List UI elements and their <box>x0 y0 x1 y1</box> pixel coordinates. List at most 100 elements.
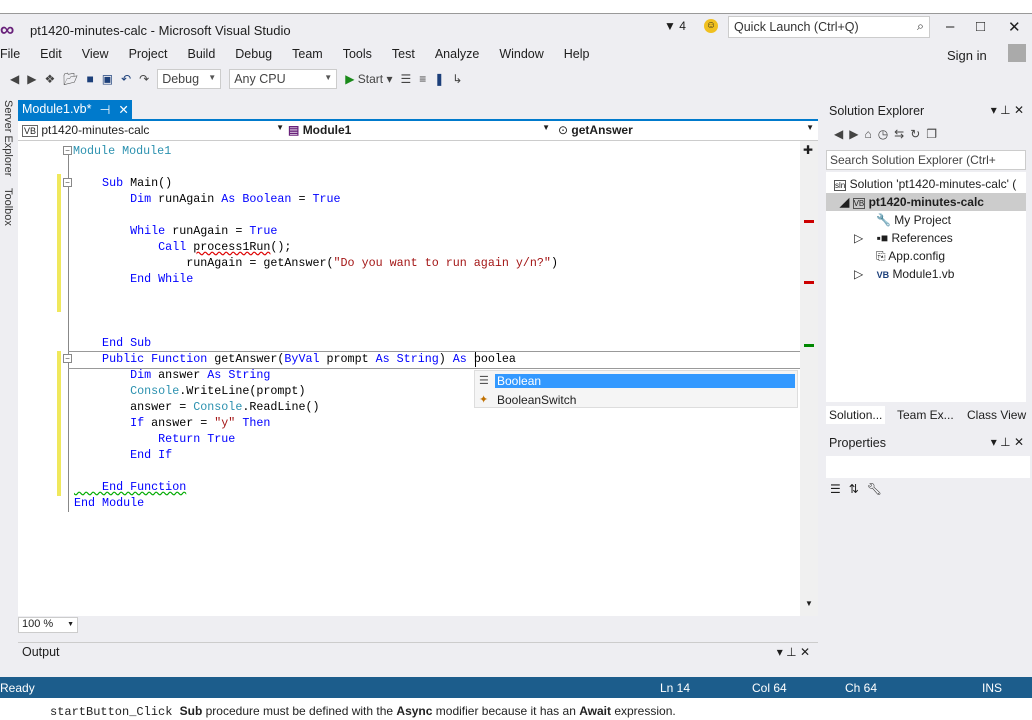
open-file-icon[interactable]: 📂︎ <box>63 72 78 86</box>
save-all-icon[interactable]: ▣ <box>102 72 113 86</box>
item-label: BooleanSwitch <box>497 393 577 407</box>
quick-launch-input[interactable]: Quick Launch (Ctrl+Q) ⌕ <box>728 16 930 38</box>
tab-team-explorer[interactable]: Team Ex... <box>894 406 957 424</box>
menu-build[interactable]: Build <box>187 46 215 66</box>
minimize-button[interactable]: – <box>946 18 954 35</box>
menu-debug[interactable]: Debug <box>235 46 272 66</box>
module-icon: ▤ <box>288 123 300 137</box>
redo-icon[interactable]: ↷ <box>139 72 149 86</box>
undo-icon[interactable]: ↶ <box>121 72 131 86</box>
menu-bar: File Edit View Project Build Debug Team … <box>0 46 590 66</box>
project-dropdown[interactable]: VB pt1420-minutes-calc ▼ <box>22 123 284 137</box>
tree-item-solution[interactable]: sln Solution 'pt1420-minutes-calc' ( <box>834 175 1016 193</box>
tree-item-references[interactable]: ▷ ▪■ References <box>854 229 953 247</box>
code-text[interactable]: Module Module1 Sub Main() Dim runAgain A… <box>73 143 558 511</box>
next-bookmark-icon[interactable]: ↳ <box>452 72 462 86</box>
feedback-smiley-icon[interactable]: ☺ <box>704 19 718 33</box>
panel-controls[interactable]: ▾ ⊥ ✕ <box>991 103 1024 117</box>
code-token: Return True <box>74 432 236 446</box>
code-token: (); <box>270 240 292 254</box>
back-icon[interactable]: ◀ <box>10 72 19 86</box>
find-in-files-icon[interactable]: ☰ <box>400 72 411 86</box>
code-line: Call process1Run(); <box>74 239 558 255</box>
new-project-icon[interactable]: ❖ <box>44 72 55 86</box>
tab-solution-explorer[interactable]: Solution... <box>826 406 886 424</box>
bookmark-icon[interactable]: ❚ <box>434 72 444 86</box>
menu-file[interactable]: File <box>0 46 20 66</box>
config-file-icon: ⎘ <box>876 249 886 263</box>
save-icon[interactable]: ■ <box>86 72 93 86</box>
code-token: Console <box>74 384 180 398</box>
output-panel-controls[interactable]: ▾ ⊥ ✕ <box>777 645 810 659</box>
intellisense-item[interactable]: ✦ BooleanSwitch <box>475 391 797 409</box>
properties-toolbar[interactable]: ☰⇅🔧︎ <box>830 482 890 496</box>
toolbox-tab[interactable]: Toolbox <box>2 188 14 226</box>
code-token: As <box>452 352 474 366</box>
menu-help[interactable]: Help <box>564 46 590 66</box>
member-dropdown[interactable]: ⊙ getAnswer ▼ <box>558 123 814 137</box>
forward-icon[interactable]: ▶ <box>27 72 36 86</box>
tab-class-view[interactable]: Class View <box>964 406 1029 424</box>
vertical-scrollbar[interactable]: ✚ ▼ <box>800 141 818 617</box>
item-label: App.config <box>888 249 945 263</box>
code-token: String <box>228 368 271 382</box>
type-dropdown[interactable]: ▤ Module1 ▼ <box>288 123 550 137</box>
window-title: pt1420-minutes-calc - Microsoft Visual S… <box>30 23 291 38</box>
menu-view[interactable]: View <box>82 46 109 66</box>
code-line: Module Module1 <box>73 143 558 159</box>
caption-bold: Await <box>579 704 611 718</box>
code-token: getAnswer( <box>214 352 285 366</box>
scroll-down-icon[interactable]: ▼ <box>805 599 813 608</box>
code-token: .ReadLine() <box>242 400 320 414</box>
config-value: Debug <box>162 72 200 86</box>
sign-in-link[interactable]: Sign in <box>947 48 987 63</box>
split-icon[interactable]: ✚ <box>803 143 813 157</box>
notifications-button[interactable]: ▼ 4 <box>664 19 686 33</box>
solution-platform-select[interactable]: Any CPU ▼ <box>229 69 338 89</box>
code-line: End While <box>74 271 558 287</box>
user-avatar-icon[interactable] <box>1008 44 1026 62</box>
menu-analyze[interactable]: Analyze <box>435 46 479 66</box>
panel-controls[interactable]: ▾ ⊥ ✕ <box>991 435 1024 449</box>
maximize-button[interactable]: □ <box>976 18 985 35</box>
close-window-button[interactable]: ✕ <box>1008 18 1021 36</box>
collapse-icon[interactable]: − <box>63 178 72 187</box>
caption-code: startButton_Click <box>50 705 180 719</box>
menu-team[interactable]: Team <box>292 46 323 66</box>
tree-item-module1[interactable]: ▷ VB Module1.vb <box>854 265 954 283</box>
object-select[interactable] <box>826 456 1030 478</box>
menu-tools[interactable]: Tools <box>343 46 372 66</box>
chevron-down-icon: ▼ <box>208 73 217 82</box>
menu-window[interactable]: Window <box>499 46 543 66</box>
close-tab-icon[interactable]: ✕ <box>118 102 128 118</box>
tree-item-project[interactable]: ◢ VB pt1420-minutes-calc <box>826 193 1026 211</box>
menu-edit[interactable]: Edit <box>40 46 62 66</box>
solution-explorer-toolbar[interactable]: ◀▶⌂◷⇆↻❐ <box>834 127 943 141</box>
tree-item-app-config[interactable]: ⎘ App.config <box>876 247 945 265</box>
search-placeholder: Search Solution Explorer (Ctrl+ <box>830 153 996 167</box>
menu-project[interactable]: Project <box>129 46 168 66</box>
solution-explorer-search[interactable]: Search Solution Explorer (Ctrl+ <box>826 150 1026 170</box>
zoom-select[interactable]: 100 % ▼ <box>18 617 78 633</box>
start-button[interactable]: ▶ Start ▾ <box>345 72 392 86</box>
code-token: True <box>312 192 341 206</box>
collapse-icon[interactable]: − <box>63 146 72 155</box>
properties-title: Properties <box>829 436 886 450</box>
intellisense-item[interactable]: ☰ Boolean <box>475 372 797 390</box>
menu-test[interactable]: Test <box>392 46 415 66</box>
start-label: Start <box>357 72 384 86</box>
vs-logo-icon: ∞ <box>0 19 15 41</box>
tree-item-my-project[interactable]: 🔧 My Project <box>876 211 951 229</box>
tab-module1-vb[interactable]: Module1.vb* ⊣ ✕ <box>18 100 132 120</box>
code-token: ) <box>438 352 453 366</box>
solution-configuration-select[interactable]: Debug ▼ <box>157 69 222 89</box>
pin-icon[interactable]: ⊣ <box>100 102 111 118</box>
code-token: answer = <box>151 416 215 430</box>
server-explorer-tab[interactable]: Server Explorer <box>2 100 14 176</box>
code-token: End While <box>74 272 194 286</box>
code-token: "Do you want to run again y/n?" <box>333 256 551 270</box>
comment-icon[interactable]: ≡ <box>419 72 426 86</box>
code-line: Return True <box>74 431 558 447</box>
